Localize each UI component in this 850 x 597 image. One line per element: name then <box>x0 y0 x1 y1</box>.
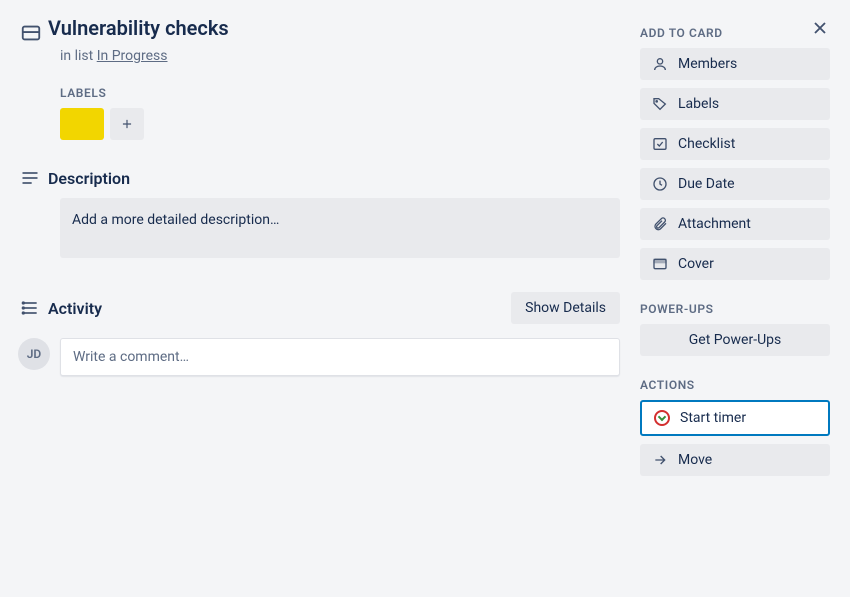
due-date-label: Due Date <box>678 176 735 192</box>
paperclip-icon <box>652 216 668 232</box>
description-input[interactable]: Add a more detailed description… <box>60 198 620 258</box>
label-chip[interactable] <box>60 108 104 140</box>
get-powerups-button[interactable]: Get Power-Ups <box>640 324 830 356</box>
activity-icon <box>20 298 48 318</box>
show-details-button[interactable]: Show Details <box>511 292 620 324</box>
members-label: Members <box>678 56 737 72</box>
move-label: Move <box>678 452 712 468</box>
add-label-button[interactable] <box>110 108 144 140</box>
clock-icon <box>652 176 668 192</box>
description-heading: Description <box>48 169 620 188</box>
description-icon <box>20 168 48 188</box>
comment-input[interactable]: Write a comment… <box>60 338 620 376</box>
user-icon <box>652 56 668 72</box>
tag-icon <box>652 96 668 112</box>
list-link[interactable]: In Progress <box>97 48 168 64</box>
labels-heading: LABELS <box>60 86 620 100</box>
cover-button[interactable]: Cover <box>640 248 830 280</box>
arrow-right-icon <box>652 452 668 468</box>
get-powerups-label: Get Power-Ups <box>689 332 781 348</box>
attachment-label: Attachment <box>678 216 751 232</box>
add-to-card-heading: ADD TO CARD <box>640 26 830 40</box>
checklist-icon <box>652 136 668 152</box>
members-button[interactable]: Members <box>640 48 830 80</box>
card-list-location: in list In Progress <box>60 48 620 64</box>
move-button[interactable]: Move <box>640 444 830 476</box>
labels-button[interactable]: Labels <box>640 88 830 120</box>
card-icon <box>20 16 48 44</box>
actions-heading: ACTIONS <box>640 378 830 392</box>
start-timer-button[interactable]: Start timer <box>640 400 830 436</box>
close-button[interactable] <box>810 18 830 38</box>
avatar: JD <box>18 338 50 370</box>
powerups-heading: POWER-UPS <box>640 302 830 316</box>
checklist-button[interactable]: Checklist <box>640 128 830 160</box>
start-timer-label: Start timer <box>680 410 746 426</box>
timer-icon <box>654 410 670 426</box>
cover-icon <box>652 256 668 272</box>
cover-label: Cover <box>678 256 714 272</box>
activity-heading: Activity <box>48 299 511 318</box>
labels-label: Labels <box>678 96 719 112</box>
attachment-button[interactable]: Attachment <box>640 208 830 240</box>
due-date-button[interactable]: Due Date <box>640 168 830 200</box>
card-title[interactable]: Vulnerability checks <box>48 16 229 40</box>
checklist-label: Checklist <box>678 136 735 152</box>
